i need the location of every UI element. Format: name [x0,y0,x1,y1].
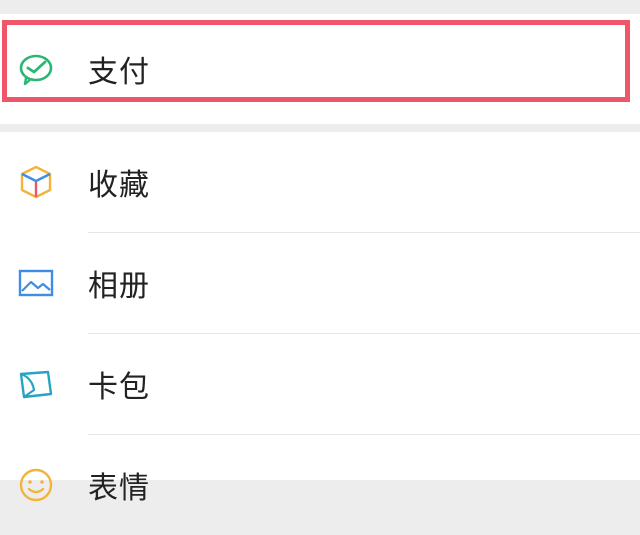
menu-item-cards-label: 卡包 [88,370,150,405]
menu-item-pay-label: 支付 [88,55,150,90]
menu-item-pay-content[interactable]: 支付 [0,14,640,124]
wechat-pay-icon [16,49,56,89]
menu-item-stickers-label: 表情 [88,471,150,506]
card-wallet-icon [16,364,56,404]
menu-item-favorites-label: 收藏 [88,168,150,203]
menu-group: 收藏 相册 卡包 表情 [0,132,640,506]
sticker-smiley-icon [16,465,56,505]
favorites-cube-icon [16,162,56,202]
album-picture-icon [16,263,56,303]
section-gap-top [0,0,640,14]
menu-item-favorites[interactable]: 收藏 [0,132,640,232]
menu-item-album-label: 相册 [88,269,150,304]
menu-item-pay[interactable]: 支付 [0,14,640,124]
menu-item-stickers[interactable]: 表情 [0,435,640,535]
menu-item-cards[interactable]: 卡包 [0,334,640,434]
menu-item-album[interactable]: 相册 [0,233,640,333]
